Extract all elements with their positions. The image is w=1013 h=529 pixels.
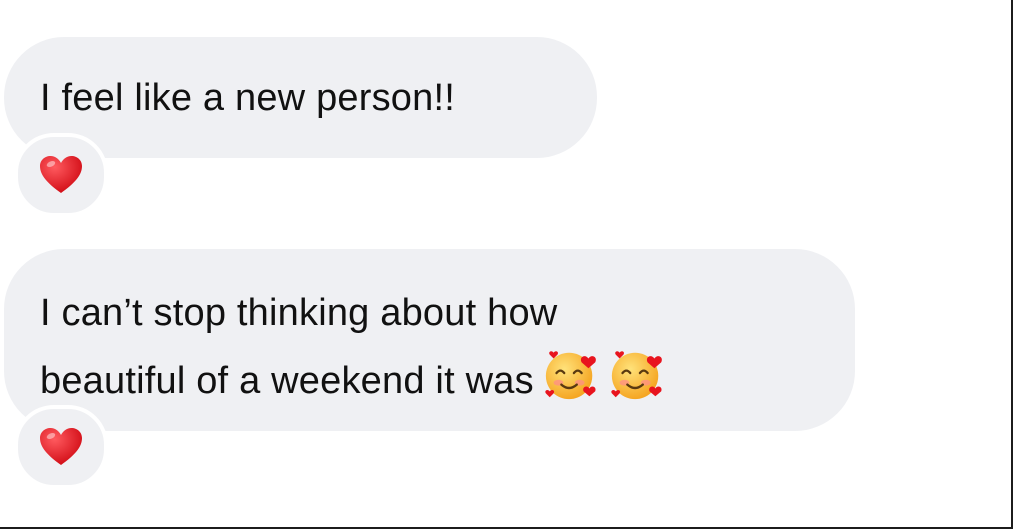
red-heart-icon bbox=[40, 156, 82, 193]
reaction-badge[interactable] bbox=[14, 133, 108, 217]
message-text-line-1: I can’t stop thinking about how bbox=[40, 292, 558, 334]
chat-frame: I feel like a new person!! I can’t stop … bbox=[0, 0, 1013, 529]
message-text-line-2: beautiful of a weekend it was bbox=[40, 345, 855, 413]
smiling-face-with-hearts-icon bbox=[545, 351, 596, 400]
message-bubble[interactable]: I can’t stop thinking about how beautifu… bbox=[4, 249, 855, 431]
message-bubble[interactable]: I feel like a new person!! bbox=[4, 37, 597, 158]
message-text: I feel like a new person!! bbox=[40, 77, 455, 119]
reaction-badge[interactable] bbox=[14, 405, 108, 489]
smiling-face-with-hearts-icon bbox=[611, 351, 662, 400]
red-heart-icon bbox=[40, 428, 82, 465]
